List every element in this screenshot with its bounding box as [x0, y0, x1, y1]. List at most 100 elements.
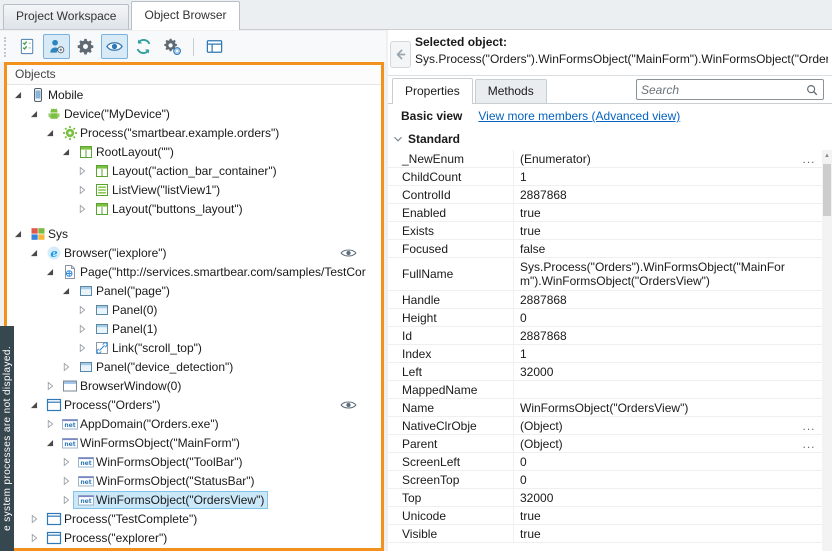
- tree-item-content[interactable]: Panel(0): [89, 301, 161, 319]
- tree-item[interactable]: Process("TestComplete"): [7, 509, 381, 528]
- tree-item[interactable]: RootLayout(""): [7, 142, 381, 161]
- tree-item-content[interactable]: Sys: [25, 225, 72, 243]
- property-row[interactable]: Left32000: [388, 363, 822, 381]
- tree-item[interactable]: Mobile: [7, 85, 381, 104]
- expand-arrow-icon[interactable]: [75, 164, 89, 178]
- property-row[interactable]: Top32000: [388, 489, 822, 507]
- ellipsis-button[interactable]: ...: [796, 437, 822, 451]
- collapse-arrow-icon[interactable]: [43, 436, 57, 450]
- collapse-arrow-icon[interactable]: [59, 284, 73, 298]
- object-spy-button[interactable]: [43, 34, 70, 59]
- property-row[interactable]: Visibletrue: [388, 525, 822, 543]
- advanced-view-link[interactable]: View more members (Advanced view): [478, 109, 680, 123]
- tree-item[interactable]: Page("http://services.smartbear.com/samp…: [7, 262, 381, 281]
- refresh-button[interactable]: [130, 34, 157, 59]
- ellipsis-button[interactable]: ...: [796, 419, 822, 433]
- tree-item[interactable]: Panel(0): [7, 300, 381, 319]
- run-settings-button[interactable]: [159, 34, 186, 59]
- tab-project-workspace[interactable]: Project Workspace: [3, 4, 129, 29]
- tab-properties[interactable]: Properties: [392, 78, 473, 104]
- property-row[interactable]: Index1: [388, 345, 822, 363]
- collapse-arrow-icon[interactable]: [11, 88, 25, 102]
- tree-item-content[interactable]: Panel("page"): [73, 282, 174, 300]
- tree-item-content[interactable]: eBrowser("iexplore"): [41, 244, 171, 262]
- collapse-arrow-icon[interactable]: [59, 145, 73, 159]
- tree-item-content[interactable]: Process("Orders"): [41, 396, 165, 414]
- tree-item[interactable]: Process("smartbear.example.orders"): [7, 123, 381, 142]
- expand-arrow-icon[interactable]: [59, 360, 73, 374]
- tree-item[interactable]: Process("explorer"): [7, 528, 381, 547]
- tree-item[interactable]: Panel(1): [7, 319, 381, 338]
- property-row[interactable]: NameWinFormsObject("OrdersView"): [388, 399, 822, 417]
- tab-methods[interactable]: Methods: [475, 79, 547, 103]
- property-row[interactable]: Parent(Object)...: [388, 435, 822, 453]
- tree-item-content[interactable]: Panel(1): [89, 320, 161, 338]
- tree-item[interactable]: Layout("buttons_layout"): [7, 199, 381, 218]
- expand-arrow-icon[interactable]: [27, 512, 41, 526]
- collapse-arrow-icon[interactable]: [27, 107, 41, 121]
- search-box[interactable]: [636, 79, 824, 100]
- tree-item-content[interactable]: netWinFormsObject("MainForm"): [57, 434, 244, 452]
- eye-button[interactable]: [101, 34, 128, 59]
- tree-item-content[interactable]: Layout("buttons_layout"): [89, 200, 247, 218]
- tree-item-content[interactable]: Mobile: [25, 86, 87, 104]
- tree-item[interactable]: BrowserWindow(0): [7, 376, 381, 395]
- tree-item-content[interactable]: Page("http://services.smartbear.com/samp…: [57, 263, 370, 281]
- tree-item-content[interactable]: Layout("action_bar_container"): [89, 162, 281, 180]
- property-row[interactable]: Enabledtrue: [388, 204, 822, 222]
- collapse-arrow-icon[interactable]: [43, 126, 57, 140]
- property-row[interactable]: _NewEnum(Enumerator)...: [388, 150, 822, 168]
- property-row[interactable]: ScreenLeft0: [388, 453, 822, 471]
- tree-item[interactable]: netWinFormsObject("MainForm"): [7, 433, 381, 452]
- scroll-up-arrow-icon[interactable]: ▲: [822, 150, 832, 162]
- tree-item-content[interactable]: Link("scroll_top"): [89, 339, 206, 357]
- tree-item[interactable]: eBrowser("iexplore"): [7, 243, 381, 262]
- tree-item-content[interactable]: Panel("device_detection"): [73, 358, 237, 376]
- expand-arrow-icon[interactable]: [75, 341, 89, 355]
- back-button[interactable]: [390, 41, 411, 68]
- tab-object-browser[interactable]: Object Browser: [131, 1, 239, 30]
- tree-item-content[interactable]: ListView("listView1"): [89, 181, 224, 199]
- property-row[interactable]: Existstrue: [388, 222, 822, 240]
- ellipsis-button[interactable]: ...: [796, 152, 822, 166]
- property-row[interactable]: MappedName: [388, 381, 822, 399]
- expand-arrow-icon[interactable]: [75, 303, 89, 317]
- tree-item-content[interactable]: Device("MyDevice"): [41, 105, 174, 123]
- expand-arrow-icon[interactable]: [43, 417, 57, 431]
- expand-arrow-icon[interactable]: [59, 493, 73, 507]
- tree-item[interactable]: netWinFormsObject("OrdersView"): [7, 490, 381, 509]
- property-row[interactable]: Handle2887868: [388, 291, 822, 309]
- tree-item[interactable]: Sys: [7, 224, 381, 243]
- tree-item-content[interactable]: Process("smartbear.example.orders"): [57, 124, 283, 142]
- tree-item[interactable]: Link("scroll_top"): [7, 338, 381, 357]
- tree-item[interactable]: Device("MyDevice"): [7, 104, 381, 123]
- property-row[interactable]: Unicodetrue: [388, 507, 822, 525]
- property-row[interactable]: Focusedfalse: [388, 240, 822, 258]
- tree-item[interactable]: netWinFormsObject("StatusBar"): [7, 471, 381, 490]
- tree-item[interactable]: ListView("listView1"): [7, 180, 381, 199]
- tree-item-content[interactable]: Process("TestComplete"): [41, 510, 201, 528]
- property-row[interactable]: ChildCount1: [388, 168, 822, 186]
- toolbar-grip[interactable]: [4, 37, 8, 57]
- vertical-scrollbar[interactable]: ▲: [822, 150, 832, 551]
- tree-item[interactable]: Layout("action_bar_container"): [7, 161, 381, 180]
- collapse-arrow-icon[interactable]: [43, 265, 57, 279]
- visibility-eye-icon[interactable]: [340, 247, 357, 259]
- property-row[interactable]: NativeClrObje(Object)...: [388, 417, 822, 435]
- panels-button[interactable]: [201, 34, 228, 59]
- tree-item-content[interactable]: BrowserWindow(0): [57, 377, 185, 395]
- tree-item-content[interactable]: Process("explorer"): [41, 529, 171, 547]
- property-row[interactable]: ScreenTop0: [388, 471, 822, 489]
- tree-item[interactable]: Panel("device_detection"): [7, 357, 381, 376]
- tree-item[interactable]: netWinFormsObject("ToolBar"): [7, 452, 381, 471]
- expand-arrow-icon[interactable]: [27, 531, 41, 545]
- collapse-arrow-icon[interactable]: [27, 246, 41, 260]
- scrollbar-thumb[interactable]: [823, 164, 831, 216]
- chevron-down-icon[interactable]: [391, 132, 405, 146]
- gear-button[interactable]: [72, 34, 99, 59]
- collapse-arrow-icon[interactable]: [27, 398, 41, 412]
- tree-item[interactable]: Process("Orders"): [7, 395, 381, 414]
- expand-arrow-icon[interactable]: [75, 202, 89, 216]
- property-row[interactable]: FullNameSys.Process("Orders").WinFormsOb…: [388, 258, 822, 291]
- standard-section-header[interactable]: Standard: [388, 128, 832, 150]
